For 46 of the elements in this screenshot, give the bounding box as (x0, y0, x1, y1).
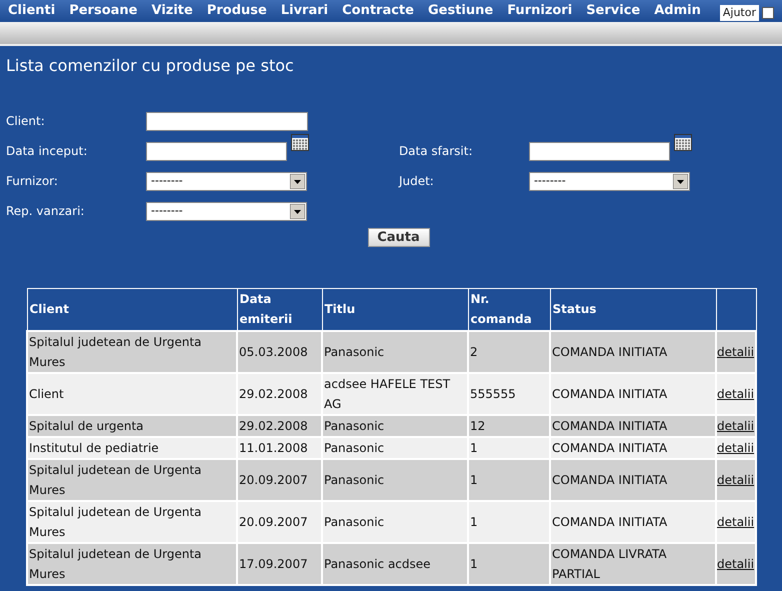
table-cell: 1 (468, 542, 550, 584)
calendar-icon[interactable] (674, 134, 692, 150)
text-field[interactable] (146, 112, 308, 130)
page-title: Lista comenzilor cu produse pe stoc (6, 55, 295, 77)
field-label: Rep. vanzari: (6, 203, 86, 220)
table-cell: COMANDA INITIATA (550, 330, 716, 372)
dropdown[interactable]: -------- (146, 172, 307, 190)
menu-item[interactable]: Admin (654, 1, 701, 21)
table-cell: COMANDA LIVRATA PARTIAL (550, 542, 716, 584)
menu-item[interactable]: Furnizori (507, 1, 572, 21)
field-label: Judet: (398, 173, 435, 190)
caret-icon (290, 204, 305, 218)
table-cell: Spitalul judetean de Urgenta Mures (27, 330, 237, 372)
column-header: Titlu (322, 288, 468, 330)
table-cell: Panasonic acdsee (322, 542, 468, 584)
help-label: Ajutor (720, 4, 759, 21)
column-header: Status (550, 288, 716, 330)
table-cell: 2 (468, 330, 550, 372)
menu-item[interactable]: Contracte (342, 1, 414, 21)
date-field[interactable] (528, 142, 670, 160)
search-button[interactable]: Cauta (368, 228, 430, 247)
table-cell: Panasonic (322, 330, 468, 372)
table-cell: 05.03.2008 (237, 330, 322, 372)
caret-icon (290, 174, 305, 188)
menu-item[interactable]: Clienti (8, 1, 56, 21)
menu-item[interactable]: Vizite (151, 1, 193, 21)
field-label: Data inceput: (6, 143, 88, 160)
column-header: Nr. comanda (468, 288, 550, 330)
dropdown[interactable]: -------- (146, 202, 307, 220)
date-field[interactable] (146, 142, 287, 160)
field-label: Client: (6, 113, 46, 130)
menu-item[interactable]: Service (586, 1, 640, 21)
menu-item[interactable]: Livrari (280, 1, 328, 21)
menu-item[interactable]: Gestiune (428, 1, 494, 21)
calendar-icon[interactable] (291, 134, 309, 150)
column-header: Client (27, 288, 237, 330)
dropdown[interactable]: -------- (528, 172, 690, 190)
help-checkbox[interactable] (762, 6, 774, 19)
field-label: Furnizor: (6, 173, 59, 190)
table-cell: 17.09.2007 (237, 542, 322, 584)
table-cell: Spitalul judetean de Urgenta Mures (27, 542, 237, 584)
caret-icon (672, 174, 688, 188)
menu-item[interactable]: Produse (206, 1, 267, 21)
column-header: Data emiterii (237, 288, 322, 330)
field-label: Data sfarsit: (398, 143, 474, 160)
menu-item[interactable]: Persoane (69, 1, 138, 21)
